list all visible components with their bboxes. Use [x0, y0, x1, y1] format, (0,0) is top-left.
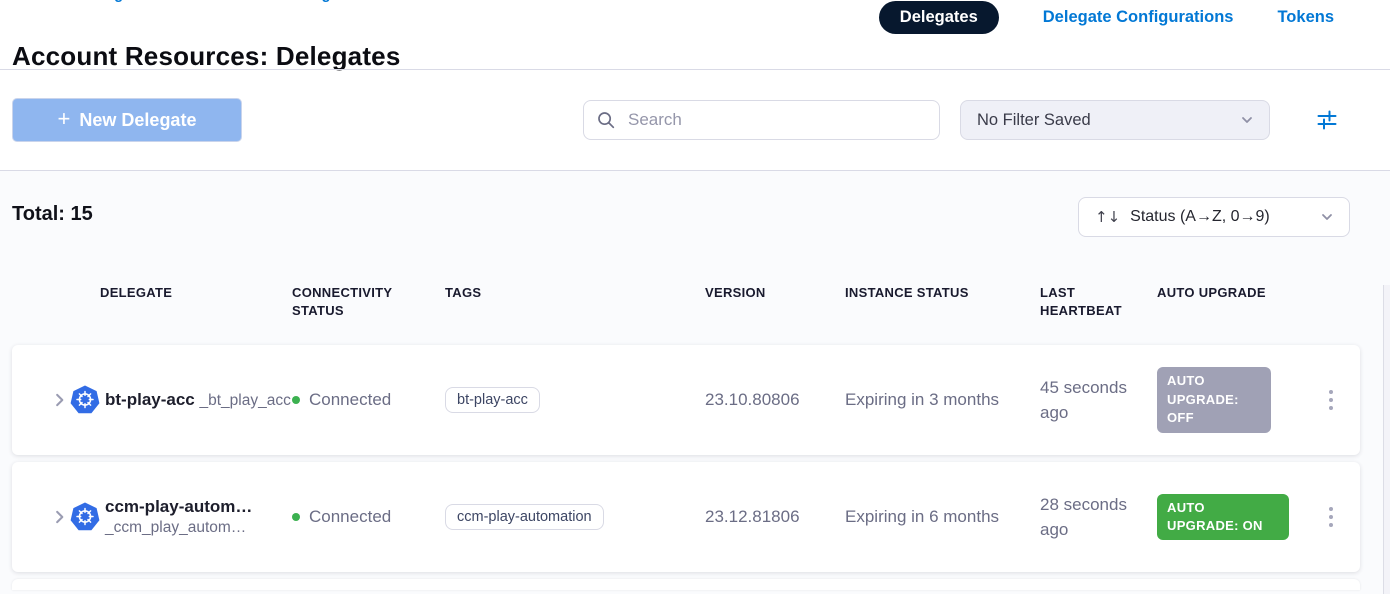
- sort-value: Status (A→Z, 0→9): [1130, 208, 1309, 226]
- saved-filter-value: No Filter Saved: [977, 111, 1239, 130]
- filter-sliders-icon: [1315, 108, 1339, 132]
- new-delegate-label: New Delegate: [79, 110, 196, 131]
- kubernetes-icon: [70, 385, 100, 415]
- expand-row-icon[interactable]: [52, 508, 67, 526]
- vertical-scrollbar[interactable]: [1383, 285, 1390, 594]
- delegate-name: bt-play-acc: [105, 390, 195, 409]
- column-header-connectivity-status: CONNECTIVITY STATUS: [292, 284, 422, 320]
- saved-filter-dropdown[interactable]: No Filter Saved: [960, 100, 1270, 140]
- column-header-auto-upgrade: AUTO UPGRADE: [1157, 284, 1302, 302]
- search-input[interactable]: [626, 109, 927, 131]
- row-menu-button[interactable]: [1323, 384, 1340, 417]
- header-divider: [0, 69, 1390, 70]
- filter-settings-button[interactable]: [1314, 107, 1340, 133]
- column-header-version: VERSION: [705, 284, 845, 302]
- plus-icon: +: [58, 108, 71, 130]
- tab-tokens[interactable]: Tokens: [1277, 8, 1334, 27]
- delegate-version: 23.12.81806: [705, 507, 845, 527]
- search-icon: [596, 110, 616, 130]
- table-row[interactable]: ccm-play-autom… _ccm_play_autom… Connect…: [12, 462, 1360, 572]
- delegate-version: 23.10.80806: [705, 390, 845, 410]
- delegate-tag: ccm-play-automation: [445, 504, 604, 530]
- breadcrumb-text[interactable]: Account Settings / Account Resources / D…: [12, 0, 712, 3]
- page-title: Account Resources: Delegates: [12, 41, 401, 72]
- instance-status: Expiring in 6 months: [845, 507, 1040, 527]
- auto-upgrade-badge: AUTO UPGRADE: ON: [1157, 494, 1289, 541]
- delegate-tag: bt-play-acc: [445, 387, 540, 413]
- table-row[interactable]: bt-play-acc _bt_play_acc Connected bt-pl…: [12, 345, 1360, 455]
- connectivity-status: Connected: [309, 390, 391, 410]
- kebab-dot: [1329, 406, 1334, 411]
- delegate-name: ccm-play-autom…: [105, 497, 252, 516]
- table-header: DELEGATE CONNECTIVITY STATUS TAGS VERSIO…: [12, 284, 1360, 320]
- delegates-page: { "breadcrumb": { "text": "Account Setti…: [0, 0, 1390, 594]
- connected-status-dot: [292, 396, 300, 404]
- column-header-tags: TAGS: [445, 284, 705, 302]
- kebab-dot: [1329, 523, 1334, 528]
- sort-arrows-icon: ↑↓: [1095, 208, 1120, 226]
- total-count: Total: 15: [12, 203, 93, 226]
- delegate-identifier: _ccm_play_autom…: [105, 519, 246, 536]
- chevron-down-icon: [1319, 209, 1335, 225]
- new-delegate-button[interactable]: + New Delegate: [12, 98, 242, 142]
- column-header-delegate: DELEGATE: [12, 284, 292, 302]
- kebab-dot: [1329, 507, 1334, 512]
- tab-delegates[interactable]: Delegates: [879, 1, 999, 34]
- connected-status-dot: [292, 513, 300, 521]
- chevron-down-icon: [1239, 112, 1255, 128]
- resource-tabs: Delegates Delegate Configurations Tokens: [879, 1, 1334, 34]
- instance-status: Expiring in 3 months: [845, 390, 1040, 410]
- sort-dropdown[interactable]: ↑↓ Status (A→Z, 0→9): [1078, 197, 1350, 237]
- last-heartbeat: 28 seconds ago: [1040, 492, 1157, 543]
- breadcrumb[interactable]: Account Settings / Account Resources / D…: [12, 0, 712, 6]
- kebab-dot: [1329, 390, 1334, 395]
- kubernetes-icon: [70, 502, 100, 532]
- column-header-instance-status: INSTANCE STATUS: [845, 284, 1040, 302]
- column-header-last-heartbeat: LAST HEARTBEAT: [1040, 284, 1150, 320]
- toolbar-divider: [0, 170, 1390, 171]
- auto-upgrade-badge: AUTO UPGRADE: OFF: [1157, 367, 1271, 432]
- kebab-dot: [1329, 515, 1334, 520]
- connectivity-status: Connected: [309, 507, 391, 527]
- last-heartbeat: 45 seconds ago: [1040, 375, 1157, 426]
- kebab-dot: [1329, 398, 1334, 403]
- table-row-partial[interactable]: [12, 579, 1360, 590]
- delegate-identifier: _bt_play_acc: [199, 392, 290, 409]
- search-box[interactable]: [583, 100, 940, 140]
- row-menu-button[interactable]: [1323, 501, 1340, 534]
- delegate-table-body: bt-play-acc _bt_play_acc Connected bt-pl…: [12, 345, 1360, 594]
- expand-row-icon[interactable]: [52, 391, 67, 409]
- tab-delegate-configurations[interactable]: Delegate Configurations: [1043, 8, 1234, 27]
